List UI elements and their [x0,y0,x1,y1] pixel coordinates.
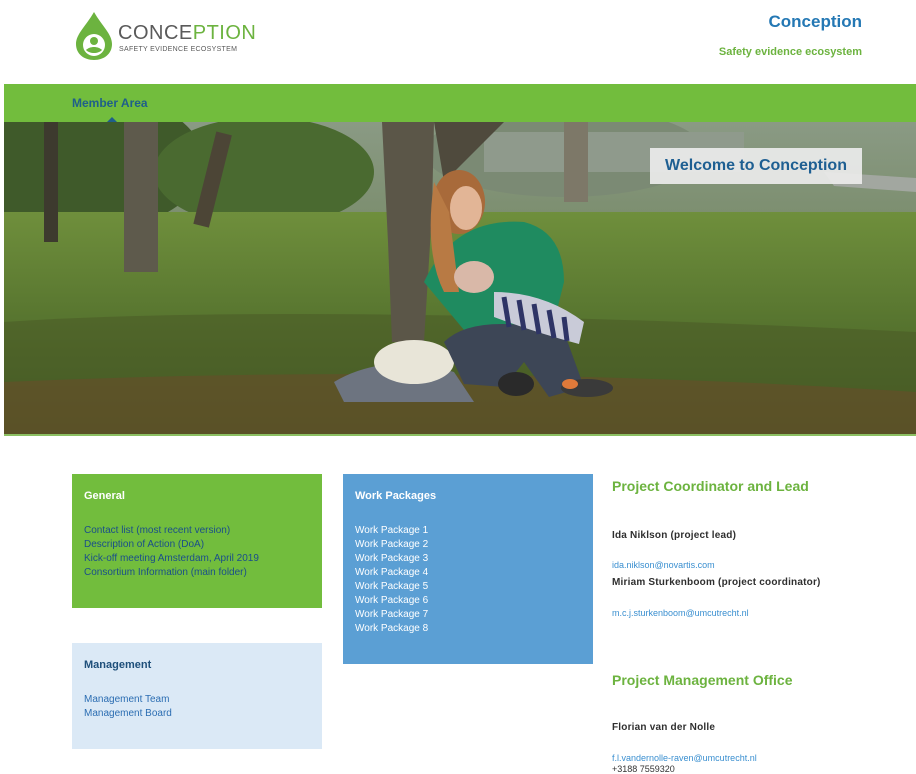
contacts-column: Project Coordinator and Lead Ida Niklson… [612,478,902,774]
main-nav: Member Area [4,84,916,122]
general-panel: General Contact list (most recent versio… [72,474,322,608]
link-management-team[interactable]: Management Team [84,693,310,707]
work-packages-panel: Work Packages Work Package 1 Work Packag… [343,474,593,664]
site-header: CONCEPTION SAFETY EVIDENCE ECOSYSTEM Con… [0,0,916,84]
person-name: Miriam Sturkenboom (project coordinator) [612,577,821,588]
person-email-link[interactable]: m.c.j.sturkenboom@umcutrecht.nl [612,608,749,618]
coordinator-heading: Project Coordinator and Lead [612,478,809,494]
link-work-package[interactable]: Work Package 5 [355,580,581,594]
person-phone: +3188 7559320 [612,764,675,774]
person-email-link[interactable]: f.l.vandernolle-raven@umcutrecht.nl [612,753,757,763]
link-work-package[interactable]: Work Package 1 [355,524,581,538]
site-logo[interactable]: CONCEPTION SAFETY EVIDENCE ECOSYSTEM [72,10,256,64]
link-work-package[interactable]: Work Package 4 [355,566,581,580]
link-management-board[interactable]: Management Board [84,707,310,721]
nav-item-member-area[interactable]: Member Area [72,96,148,110]
site-tagline: Safety evidence ecosystem [718,46,862,58]
person-email-link[interactable]: ida.niklson@novartis.com [612,560,715,570]
person-name: Ida Niklson (project lead) [612,530,737,541]
conception-drop-logo-icon [76,12,112,60]
site-title: Conception [768,12,863,31]
welcome-banner: Welcome to Conception [650,148,862,184]
link-work-package[interactable]: Work Package 8 [355,622,581,636]
management-title: Management [84,659,152,671]
logo-subtitle: SAFETY EVIDENCE ECOSYSTEM [119,46,238,53]
link-description-of-action[interactable]: Description of Action (DoA) [84,538,310,552]
work-packages-title: Work Packages [355,490,437,502]
link-work-package[interactable]: Work Package 7 [355,608,581,622]
logo-wordmark: CONCEPTION [118,22,257,44]
link-work-package[interactable]: Work Package 2 [355,538,581,552]
management-panel: Management Management Team Management Bo… [72,643,322,749]
link-contact-list[interactable]: Contact list (most recent version) [84,524,310,538]
hero-divider [4,434,916,436]
link-consortium-information[interactable]: Consortium Information (main folder) [84,566,310,580]
pmo-heading: Project Management Office [612,672,793,688]
person-name: Florian van der Nolle [612,722,716,733]
link-work-package[interactable]: Work Package 3 [355,552,581,566]
link-kickoff-meeting[interactable]: Kick-off meeting Amsterdam, April 2019 [84,552,310,566]
link-work-package[interactable]: Work Package 6 [355,594,581,608]
general-title: General [84,490,125,502]
